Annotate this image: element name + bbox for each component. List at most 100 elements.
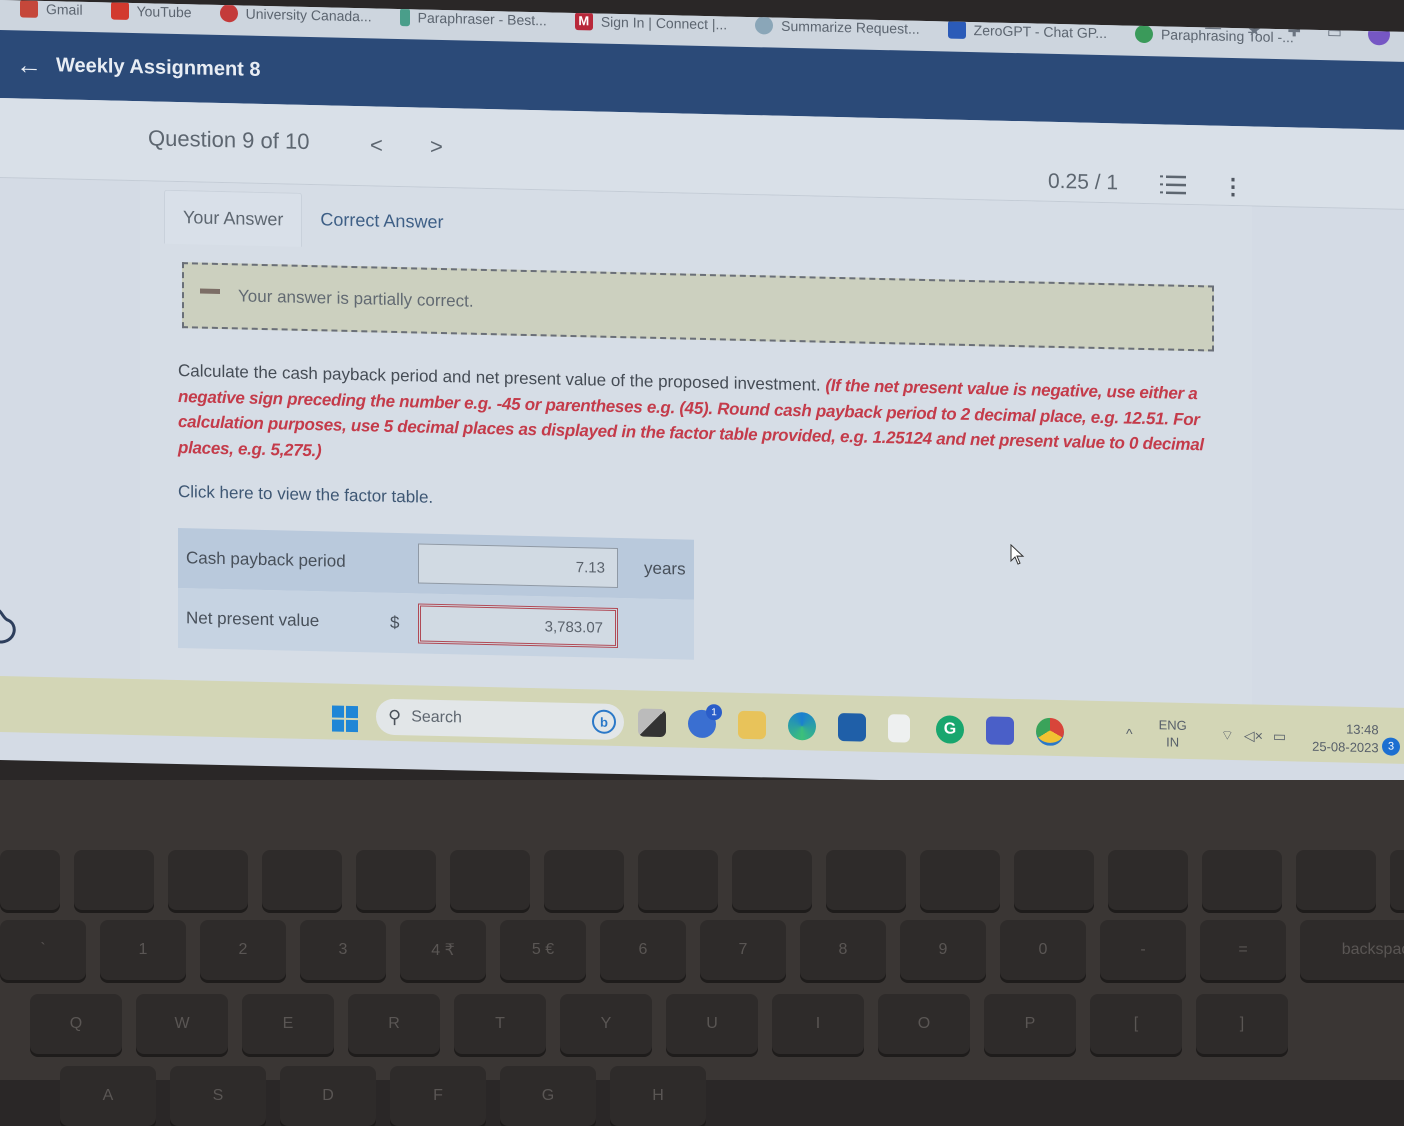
teams-chat-icon[interactable]: 1 (688, 704, 722, 739)
assignment-title: Weekly Assignment 8 (56, 53, 261, 81)
key-h: H (610, 1066, 706, 1126)
sidebar-icon[interactable]: ▭ (1327, 22, 1342, 44)
paraphraser-icon (399, 8, 410, 27)
notepad-icon[interactable] (888, 714, 910, 743)
key-p: P (984, 994, 1076, 1054)
key-f: F (390, 1066, 486, 1126)
score-display: 0.25 / 1 (1048, 169, 1119, 195)
partial-minus-icon (200, 288, 220, 294)
chrome-icon[interactable] (1036, 717, 1064, 747)
laptop-keyboard: `1234 ₹5 €67890-=backspace QWERTYUIOP[] … (0, 780, 1404, 1126)
more-options-icon[interactable]: ⋮ (1222, 174, 1244, 200)
question-card: Your Answer Correct Answer Your answer i… (140, 181, 1252, 707)
function-key-row (0, 850, 1404, 910)
mouse-cursor-icon (1010, 543, 1025, 565)
key-: ` (0, 920, 86, 980)
back-arrow-icon[interactable]: ← (16, 49, 42, 81)
payback-input[interactable] (418, 543, 618, 589)
answer-tabs: Your Answer Correct Answer (164, 189, 461, 251)
key-s: S (170, 1066, 266, 1126)
key-9: 9 (900, 920, 986, 980)
teams-chat-badge: 1 (706, 704, 722, 721)
key-3: 3 (300, 920, 386, 980)
floating-widget-icon[interactable] (0, 606, 24, 647)
next-question-button[interactable]: > (430, 134, 443, 160)
question-list-icon[interactable] (1160, 174, 1186, 195)
bookmark-paraphraser[interactable]: Paraphraser - Best... (399, 8, 547, 29)
youtube-icon (110, 1, 129, 20)
key-1: 1 (100, 920, 186, 980)
taskbar-search[interactable]: ⚲ Search b (376, 698, 624, 741)
microsoft-store-icon[interactable] (838, 713, 866, 742)
key-backspace: backspace (1300, 920, 1404, 980)
key-r: R (348, 994, 440, 1054)
minimize-icon[interactable]: — (1205, 19, 1221, 41)
bookmark-gmail[interactable]: Gmail (20, 0, 83, 19)
key-u: U (666, 994, 758, 1054)
factor-table-link[interactable]: Click here to view the factor table. (178, 482, 433, 508)
question-counter: Question 9 of 10 (148, 125, 310, 155)
notification-badge[interactable]: 3 (1382, 737, 1400, 756)
bookmark-star-icon[interactable]: ★ (1247, 20, 1261, 42)
bookmark-youtube[interactable]: YouTube (110, 1, 192, 22)
tab-your-answer[interactable]: Your Answer (164, 189, 303, 247)
tab-correct-answer[interactable]: Correct Answer (302, 193, 461, 251)
bing-icon[interactable]: b (592, 709, 616, 734)
grammarly-icon[interactable]: G (936, 715, 964, 744)
search-placeholder: Search (411, 708, 462, 727)
bookmark-mcgraw[interactable]: M Sign In | Connect |... (574, 12, 727, 33)
start-button[interactable] (332, 705, 358, 733)
edge-icon[interactable] (788, 711, 816, 741)
clock-date: 25-08-2023 (1312, 738, 1379, 755)
previous-question-button[interactable]: < (370, 132, 383, 158)
key-6: 6 (600, 920, 686, 980)
number-key-row: `1234 ₹5 €67890-=backspace (0, 920, 1404, 980)
home-letter-row: ASDFGH (60, 1066, 706, 1126)
wifi-icon[interactable]: ⌔ (1221, 726, 1234, 744)
language-indicator[interactable]: ENG IN (1159, 717, 1187, 751)
payback-unit: years (644, 558, 686, 579)
system-tray: ^ ENG IN ⌔ ◁× ▭ 13:48 25-08-2023 (1126, 716, 1379, 757)
bookmark-summarize[interactable]: Summarize Request... (755, 16, 920, 38)
answer-table: Cash payback period years Net present va… (178, 528, 694, 660)
key-y: Y (560, 994, 652, 1054)
npv-currency: $ (390, 612, 400, 633)
task-view-icon[interactable] (638, 708, 666, 738)
key-: = (1200, 920, 1286, 980)
key-: ] (1196, 994, 1288, 1054)
key-e: E (242, 994, 334, 1054)
key-q: Q (30, 994, 122, 1054)
partial-correct-banner: Your answer is partially correct. (182, 262, 1214, 352)
clock[interactable]: 13:48 25-08-2023 (1312, 720, 1379, 757)
mcgraw-icon: M (574, 12, 593, 31)
bookmark-university[interactable]: University Canada... (219, 3, 372, 25)
gmail-icon (20, 0, 38, 18)
key-d: D (280, 1066, 376, 1126)
bookmark-zerogpt[interactable]: ZeroGPT - Chat GP... (947, 20, 1107, 43)
teams-icon[interactable] (986, 716, 1014, 746)
tray-chevron-up-icon[interactable]: ^ (1126, 725, 1133, 741)
key-0: 0 (1000, 920, 1086, 980)
npv-label: Net present value (186, 608, 320, 631)
laptop-screen: Gmail YouTube University Canada... Parap… (0, 0, 1404, 792)
file-explorer-icon[interactable] (738, 710, 766, 740)
clock-time: 13:48 (1346, 721, 1379, 738)
extensions-icon[interactable]: ✚ (1287, 21, 1300, 43)
window-controls: — ★ ✚ ▭ (1205, 19, 1390, 46)
key-: - (1100, 920, 1186, 980)
key-7: 7 (700, 920, 786, 980)
paraphrasing-tool-icon (1134, 24, 1153, 44)
key-w: W (136, 994, 228, 1054)
search-icon: ⚲ (388, 706, 402, 727)
key-: [ (1090, 994, 1182, 1054)
profile-avatar[interactable] (1368, 23, 1390, 46)
payback-label: Cash payback period (186, 548, 346, 571)
university-icon (219, 3, 238, 23)
volume-muted-icon[interactable]: ◁× (1244, 727, 1263, 745)
key-4: 4 ₹ (400, 920, 486, 980)
key-2: 2 (200, 920, 286, 980)
feedback-text: Your answer is partially correct. (238, 286, 474, 311)
key-a: A (60, 1066, 156, 1126)
npv-input[interactable] (418, 603, 618, 649)
battery-icon[interactable]: ▭ (1273, 727, 1286, 745)
